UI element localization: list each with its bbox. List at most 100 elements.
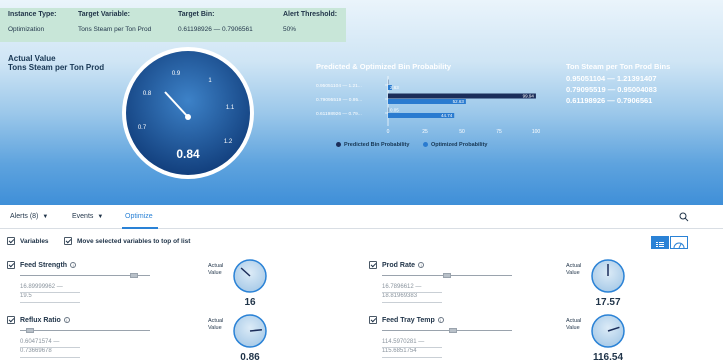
chart-data-label: 52.63 bbox=[453, 99, 465, 104]
gauge-tick-label: 1.1 bbox=[226, 105, 235, 111]
gauge-tick-label: 1.2 bbox=[224, 139, 233, 145]
chevron-down-icon: ▼ bbox=[42, 214, 49, 220]
variable-checkbox[interactable] bbox=[369, 316, 377, 324]
search-icon[interactable] bbox=[679, 212, 689, 222]
tab-events-label: Events bbox=[72, 213, 94, 220]
move-selected-checkbox[interactable] bbox=[64, 237, 72, 245]
target-bin-block: Target Bin: 0.61198926 — 0.7906561 bbox=[178, 11, 253, 33]
gauge-tick-label: 0.9 bbox=[172, 71, 181, 77]
variable-name-label: Feed Strength bbox=[20, 262, 68, 269]
chart-x-tick-label: 0 bbox=[387, 129, 390, 135]
list-view-button[interactable] bbox=[651, 236, 669, 249]
bin-row: 0.95051104 — 1.21391407 bbox=[566, 74, 657, 83]
variable-range: 16.7896612 — 18.81969383 bbox=[382, 283, 442, 303]
gauge-tick-label: 0.7 bbox=[138, 125, 147, 131]
actual-value-label-line1: Actual bbox=[566, 263, 582, 269]
instance-type-label: Instance Type: bbox=[8, 11, 57, 18]
tab-events[interactable]: Events ▼ bbox=[72, 213, 103, 220]
target-variable-value: Tons Steam per Ton Prod bbox=[78, 26, 152, 33]
actual-value-label-line2: Value bbox=[566, 325, 580, 331]
variables-checkbox[interactable] bbox=[7, 237, 15, 245]
range-divider bbox=[20, 302, 80, 303]
variable-checkbox[interactable] bbox=[369, 261, 377, 269]
gauge-view-icon bbox=[673, 242, 685, 249]
target-bin-label: Target Bin: bbox=[178, 11, 215, 18]
bin-row: 0.79095519 — 0.95004083 bbox=[566, 85, 657, 94]
actual-value-label-line1: Actual bbox=[566, 318, 582, 324]
active-tab-indicator bbox=[122, 227, 158, 229]
alert-threshold-label: Alert Threshold: bbox=[283, 11, 338, 18]
info-icon[interactable]: i bbox=[70, 262, 77, 269]
tab-optimize[interactable]: Optimize bbox=[125, 213, 153, 220]
actual-value: 17.57 bbox=[595, 297, 621, 308]
variable-slider-thumb[interactable] bbox=[26, 328, 35, 333]
chart-bar bbox=[388, 93, 536, 99]
variable-range-low: 0.60471574 — bbox=[20, 339, 60, 345]
gauge-tick-label: 0.8 bbox=[143, 91, 152, 97]
chevron-down-icon: ▼ bbox=[97, 214, 104, 220]
variable-range: 0.60471574 — 0.73669678 bbox=[20, 338, 80, 358]
variable-range: 114.5970281 — 115.6851754 bbox=[382, 338, 442, 358]
actual-value-gauge: 0.7 0.8 0.9 1 1.1 1.2 0.84 bbox=[122, 47, 254, 179]
variable-range-low: 16.7896612 — bbox=[382, 284, 422, 290]
tab-alerts-label: Alerts (8) bbox=[10, 213, 39, 220]
variable-slider-track[interactable] bbox=[382, 330, 512, 331]
variable-slider-thumb[interactable] bbox=[129, 273, 138, 278]
actual-value-label-line2: Value bbox=[208, 270, 222, 276]
variable-name-label: Feed Tray Temp bbox=[382, 317, 435, 324]
variable-range-low: 114.5970281 — bbox=[382, 339, 425, 345]
variable-name-label: Prod Rate bbox=[382, 262, 416, 269]
variable-name: Feed Tray Temp i bbox=[382, 317, 444, 324]
chart-legend: Predicted Bin Probability Optimized Prob… bbox=[336, 142, 499, 148]
variable-slider-thumb[interactable] bbox=[449, 328, 458, 333]
variable-checkbox[interactable] bbox=[7, 261, 15, 269]
target-variable-label: Target Variable: bbox=[78, 11, 131, 18]
actual-value-title-line2: Tons Steam per Ton Prod bbox=[8, 63, 105, 72]
actual-value-label-line2: Value bbox=[566, 270, 580, 276]
tab-alerts[interactable]: Alerts (8) ▼ bbox=[10, 213, 48, 220]
chart-title: Predicted & Optimized Bin Probability bbox=[316, 62, 452, 71]
range-divider bbox=[20, 357, 80, 358]
legend-label: Optimized Probability bbox=[430, 142, 488, 148]
mini-gauge bbox=[591, 314, 625, 348]
bins-title: Ton Steam per Ton Prod Bins bbox=[566, 62, 671, 71]
actual-value-label: Actual Value bbox=[566, 263, 581, 277]
bins-list: Ton Steam per Ton Prod Bins 0.95051104 —… bbox=[566, 62, 670, 105]
range-divider bbox=[20, 347, 80, 348]
target-bin-value: 0.61198926 — 0.7906561 bbox=[178, 26, 253, 33]
chart-data-label: 99.94 bbox=[523, 94, 535, 99]
variable-name: Reflux Ratio i bbox=[20, 317, 70, 324]
alert-threshold-block: Alert Threshold: 50% bbox=[283, 11, 337, 33]
legend-item-optimized: Optimized Probability bbox=[422, 142, 488, 148]
range-divider bbox=[382, 347, 442, 348]
range-divider bbox=[382, 292, 442, 293]
chart-x-tick-label: 100 bbox=[532, 129, 541, 135]
info-icon[interactable]: i bbox=[418, 262, 425, 269]
bin-row: 0.61198926 — 0.7906561 bbox=[566, 96, 653, 105]
instance-info-box: Instance Type: Optimization Target Varia… bbox=[0, 8, 346, 42]
gauge-value: 0.84 bbox=[176, 147, 200, 161]
actual-value-label: Actual Value bbox=[208, 263, 223, 277]
variable-slider-track[interactable] bbox=[20, 330, 150, 331]
list-view-icon bbox=[656, 242, 664, 247]
range-divider bbox=[382, 357, 442, 358]
variable-checkbox[interactable] bbox=[7, 316, 15, 324]
mini-gauge bbox=[233, 314, 267, 348]
alert-threshold-value: 50% bbox=[283, 26, 297, 33]
info-icon[interactable]: i bbox=[63, 317, 70, 324]
gauge-hub bbox=[185, 114, 191, 120]
actual-value-label-line1: Actual bbox=[208, 263, 224, 269]
gauge-view-button[interactable] bbox=[670, 236, 688, 249]
mini-gauge bbox=[233, 259, 267, 293]
range-divider bbox=[382, 302, 442, 303]
actual-value-label: Actual Value bbox=[566, 318, 581, 332]
variable-range-high: 18.81969383 bbox=[382, 293, 418, 299]
legend-swatch bbox=[422, 142, 428, 148]
actual-value-label: Actual Value bbox=[208, 318, 223, 332]
tab-bar: Alerts (8) ▼ Events ▼ Optimize bbox=[0, 205, 723, 229]
actual-value: 116.54 bbox=[592, 352, 624, 362]
info-icon[interactable]: i bbox=[437, 317, 444, 324]
variable-slider-thumb[interactable] bbox=[443, 273, 451, 278]
chart-data-label: 44.74 bbox=[441, 113, 453, 118]
mini-gauge bbox=[591, 259, 625, 293]
